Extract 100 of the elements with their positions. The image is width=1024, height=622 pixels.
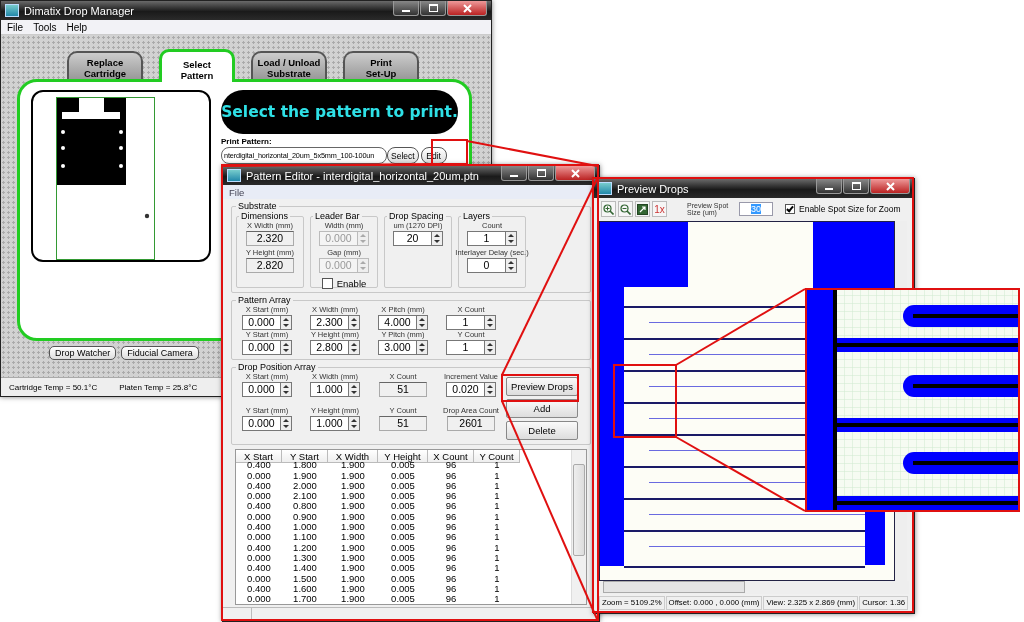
minimize-button[interactable] bbox=[393, 1, 419, 16]
maximize-button[interactable] bbox=[420, 1, 446, 16]
tab[interactable]: Select Pattern bbox=[159, 49, 235, 82]
table-cell-text: 1.900 bbox=[340, 532, 366, 543]
camera-button[interactable]: Drop Watcher bbox=[49, 346, 117, 360]
menu-item[interactable]: Help bbox=[66, 21, 88, 33]
minimize-button[interactable] bbox=[816, 179, 842, 194]
app-icon bbox=[5, 4, 19, 17]
tab[interactable]: Print Set-Up bbox=[343, 51, 419, 79]
close-icon bbox=[462, 3, 472, 13]
column-header[interactable]: X Start bbox=[236, 450, 282, 463]
number-field[interactable]: 1 bbox=[467, 231, 505, 246]
table-cell-text: 1 bbox=[493, 480, 501, 492]
number-field[interactable]: 0.000 bbox=[242, 315, 280, 330]
tab[interactable]: Load / Unload Substrate bbox=[251, 51, 327, 79]
checkbox-label[interactable]: Enable bbox=[336, 278, 367, 289]
table-cell-text: 0.400 bbox=[247, 460, 271, 471]
spin-button[interactable] bbox=[484, 382, 496, 397]
table-cell-text: 1.200 bbox=[292, 542, 318, 553]
table-cell-text: 1.300 bbox=[292, 552, 318, 564]
table-cell-text: 0.000 bbox=[246, 511, 272, 523]
number-field[interactable]: 1.000 bbox=[310, 416, 348, 431]
action-button[interactable]: Delete bbox=[506, 421, 578, 440]
spin-button[interactable] bbox=[484, 315, 496, 330]
table-cell-text: 96 bbox=[444, 583, 458, 595]
spin-button[interactable] bbox=[484, 340, 496, 355]
number-field[interactable]: 1.000 bbox=[310, 382, 348, 397]
number-field[interactable]: 2.300 bbox=[310, 315, 348, 330]
spin-button[interactable] bbox=[505, 258, 517, 273]
spin-button[interactable] bbox=[280, 382, 292, 397]
column-header[interactable]: Y Start bbox=[282, 450, 328, 463]
table-cell-text: 2.000 bbox=[292, 480, 318, 492]
readout-field: 51 bbox=[379, 416, 427, 431]
table-cell-text: 0.005 bbox=[390, 532, 416, 543]
number-field[interactable]: 0.000 bbox=[242, 382, 280, 397]
fit-button[interactable] bbox=[635, 201, 650, 218]
window-title: Pattern Editor - interdigital_horizontal_20um.ptn bbox=[246, 169, 480, 182]
spin-button[interactable] bbox=[280, 315, 292, 330]
maximize-button[interactable] bbox=[528, 166, 554, 181]
checkbox-label[interactable]: Enable Spot Size for Zoom bbox=[799, 204, 901, 215]
tab[interactable]: Replace Cartridge bbox=[67, 51, 143, 79]
action-button[interactable]: Preview Drops bbox=[506, 377, 578, 396]
number-field[interactable]: 3.000 bbox=[378, 340, 416, 355]
table-cell-text: 1.900 bbox=[340, 522, 366, 533]
number-field[interactable]: 1 bbox=[446, 340, 484, 355]
spin-button[interactable] bbox=[280, 340, 292, 355]
table-cell-text: 0.005 bbox=[390, 573, 416, 584]
table-cell-text: 1 bbox=[493, 532, 501, 543]
table-cell-text: 1 bbox=[493, 501, 501, 512]
number-field[interactable]: 0.020 bbox=[446, 382, 484, 397]
maximize-button[interactable] bbox=[843, 179, 869, 194]
table-cell-text: 0.005 bbox=[390, 511, 416, 523]
spin-button[interactable] bbox=[431, 231, 443, 246]
table-cell-text: 1 bbox=[493, 522, 501, 533]
group-title: Drop Spacing bbox=[388, 211, 445, 221]
spin-button[interactable] bbox=[416, 340, 428, 355]
checkbox[interactable] bbox=[321, 278, 333, 289]
number-field[interactable]: 0.000 bbox=[242, 340, 280, 355]
table-cell-text: 1.900 bbox=[340, 501, 366, 512]
spin-button[interactable] bbox=[348, 315, 360, 330]
spin-button[interactable] bbox=[416, 315, 428, 330]
spin-button[interactable] bbox=[348, 340, 360, 355]
zoom-in-button[interactable] bbox=[601, 201, 616, 218]
zoom-out-button[interactable] bbox=[618, 201, 633, 218]
group-title: Drop Position Array bbox=[237, 362, 317, 372]
number-field[interactable]: 20 bbox=[393, 231, 431, 246]
table-cell-text: 1.900 bbox=[340, 583, 366, 595]
close-button[interactable] bbox=[555, 166, 595, 181]
spin-button[interactable] bbox=[280, 416, 292, 431]
zoom-reset-button[interactable]: 1x bbox=[652, 201, 667, 218]
table-cell-text: 0.400 bbox=[246, 480, 272, 492]
close-button[interactable] bbox=[870, 179, 910, 194]
table-cell-text: 1.000 bbox=[292, 522, 318, 533]
table-cell-text: 0.400 bbox=[246, 501, 272, 512]
vertical-scrollbar[interactable] bbox=[571, 450, 586, 604]
spin-button[interactable] bbox=[505, 231, 517, 246]
number-field[interactable]: 1 bbox=[446, 315, 484, 330]
column-header[interactable]: Y Height bbox=[378, 450, 428, 463]
checkbox[interactable] bbox=[785, 204, 795, 215]
column-header[interactable]: X Count bbox=[428, 450, 474, 463]
menu-item[interactable]: File bbox=[7, 21, 24, 33]
menu-item[interactable]: Tools bbox=[33, 21, 57, 33]
menu-item[interactable]: File bbox=[229, 186, 245, 198]
number-field[interactable]: 4.000 bbox=[378, 315, 416, 330]
table-cell-text: 1.100 bbox=[292, 532, 318, 543]
column-header[interactable]: X Width bbox=[328, 450, 378, 463]
table-cell-text: 96 bbox=[444, 563, 458, 574]
camera-button[interactable]: Fiducial Camera bbox=[121, 346, 199, 360]
window-title: Dimatix Drop Manager bbox=[24, 4, 136, 17]
table-cell-text: 0.005 bbox=[390, 583, 416, 595]
number-field[interactable]: 0.000 bbox=[242, 416, 280, 431]
minimize-button[interactable] bbox=[501, 166, 527, 181]
column-header[interactable]: Y Count bbox=[474, 450, 520, 463]
table-cell-text: 0.000 bbox=[246, 491, 272, 502]
number-field[interactable]: 0 bbox=[467, 258, 505, 273]
number-field[interactable]: 2.800 bbox=[310, 340, 348, 355]
spin-button[interactable] bbox=[348, 382, 360, 397]
table-cell-text: 1.500 bbox=[292, 573, 318, 584]
spin-button[interactable] bbox=[348, 416, 360, 431]
close-button[interactable] bbox=[447, 1, 487, 16]
